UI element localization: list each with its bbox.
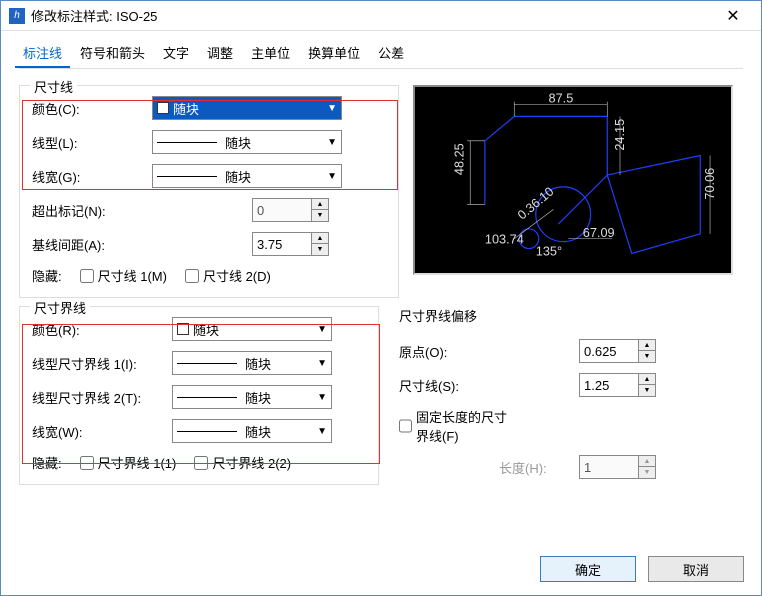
svg-text:67.09: 67.09: [583, 225, 615, 240]
close-button[interactable]: ✕: [713, 2, 753, 30]
svg-text:70.06: 70.06: [702, 168, 717, 200]
ext-color-label: 颜色(R):: [32, 320, 172, 339]
spin-up-icon[interactable]: ▲: [639, 374, 655, 385]
spin-up-icon[interactable]: ▲: [312, 233, 328, 244]
dimline-group-title: 尺寸线: [30, 77, 77, 96]
extline-group: 尺寸界线 颜色(R): 随块 ▼ 线型尺寸界线 1(I): 随块 ▼: [19, 306, 379, 485]
line-sample-icon: [177, 431, 237, 432]
chevron-down-icon: ▼: [327, 137, 337, 148]
color-label: 颜色(C):: [32, 99, 152, 118]
dimline-off-label: 尺寸线(S):: [399, 376, 509, 395]
window-title: 修改标注样式: ISO-25: [31, 6, 713, 25]
spin-down-icon[interactable]: ▼: [312, 210, 328, 221]
beyond-label: 超出标记(N):: [32, 201, 172, 220]
tab-primary[interactable]: 主单位: [243, 39, 298, 68]
tab-symbols[interactable]: 符号和箭头: [72, 39, 153, 68]
spin-up-icon[interactable]: ▲: [312, 199, 328, 210]
ext-lt1-label: 线型尺寸界线 1(I):: [32, 354, 172, 373]
lineweight-label: 线宽(G):: [32, 167, 152, 186]
linetype-select[interactable]: 随块 ▼: [152, 130, 342, 154]
ext-lt2-label: 线型尺寸界线 2(T):: [32, 388, 172, 407]
chevron-down-icon: ▼: [317, 426, 327, 437]
ext-hide-label: 隐藏:: [32, 453, 62, 472]
svg-text:87.5: 87.5: [549, 91, 574, 106]
ext-lt1-select[interactable]: 随块 ▼: [172, 351, 332, 375]
beyond-input[interactable]: [252, 198, 312, 222]
ext-color-select[interactable]: 随块 ▼: [172, 317, 332, 341]
svg-text:135°: 135°: [536, 243, 562, 258]
line-sample-icon: [177, 397, 237, 398]
tab-dimline[interactable]: 标注线: [15, 39, 70, 68]
origin-label: 原点(O):: [399, 342, 509, 361]
color-select[interactable]: 随块 ▼: [152, 96, 342, 120]
beyond-spinner[interactable]: ▲▼: [252, 198, 329, 222]
extline-group-title: 尺寸界线: [30, 298, 90, 317]
hide-dimline1-checkbox[interactable]: 尺寸线 1(M): [80, 266, 167, 285]
cancel-button[interactable]: 取消: [648, 556, 744, 582]
baseline-label: 基线间距(A):: [32, 235, 172, 254]
ok-button[interactable]: 确定: [540, 556, 636, 582]
ext-color-value: 随块: [193, 320, 219, 339]
ext-lt1-value: 随块: [245, 354, 271, 373]
spin-up-icon: ▲: [639, 456, 655, 467]
svg-text:24.15: 24.15: [612, 119, 627, 151]
tab-adjust[interactable]: 调整: [199, 39, 241, 68]
spin-down-icon[interactable]: ▼: [639, 385, 655, 396]
dimline-group: 尺寸线 颜色(C): 随块 ▼ 线型(L): 随块 ▼: [19, 85, 399, 298]
tabs: 标注线 符号和箭头 文字 调整 主单位 换算单位 公差: [1, 31, 761, 68]
lineweight-select[interactable]: 随块 ▼: [152, 164, 342, 188]
chevron-down-icon: ▼: [317, 324, 327, 335]
linetype-label: 线型(L):: [32, 133, 152, 152]
ext-lw-label: 线宽(W):: [32, 422, 172, 441]
length-label: 长度(H):: [499, 458, 579, 477]
fixed-length-checkbox[interactable]: 固定长度的尺寸界线(F): [399, 407, 519, 445]
ext-lt2-value: 随块: [245, 388, 271, 407]
chevron-down-icon: ▼: [317, 358, 327, 369]
offset-group-title: 尺寸界线偏移: [399, 306, 743, 325]
baseline-spinner[interactable]: ▲▼: [252, 232, 329, 256]
hide-label: 隐藏:: [32, 266, 62, 285]
svg-text:48.25: 48.25: [451, 143, 466, 175]
hide-dimline2-checkbox[interactable]: 尺寸线 2(D): [185, 266, 271, 285]
length-spinner: ▲▼: [579, 455, 656, 479]
spin-up-icon[interactable]: ▲: [639, 340, 655, 351]
ext-lw-select[interactable]: 随块 ▼: [172, 419, 332, 443]
tab-text[interactable]: 文字: [155, 39, 197, 68]
hide-ext1-checkbox[interactable]: 尺寸界线 1(1): [80, 453, 177, 472]
spin-down-icon[interactable]: ▼: [312, 244, 328, 255]
tab-tol[interactable]: 公差: [370, 39, 412, 68]
lineweight-value: 随块: [225, 167, 251, 186]
line-sample-icon: [177, 363, 237, 364]
line-sample-icon: [157, 176, 217, 177]
preview-pane: 87.5 48.25 24.15 70.06 103.74 0.36.10 67…: [413, 85, 733, 275]
baseline-input[interactable]: [252, 232, 312, 256]
chevron-down-icon: ▼: [317, 392, 327, 403]
bylayer-swatch-icon: [177, 323, 189, 335]
origin-spinner[interactable]: ▲▼: [579, 339, 656, 363]
bylayer-swatch-icon: [157, 102, 169, 114]
dimline-off-input[interactable]: [579, 373, 639, 397]
app-icon: h: [9, 8, 25, 24]
chevron-down-icon: ▼: [327, 171, 337, 182]
color-value: 随块: [173, 99, 199, 118]
line-sample-icon: [157, 142, 217, 143]
svg-text:103.74: 103.74: [485, 232, 524, 247]
ext-lt2-select[interactable]: 随块 ▼: [172, 385, 332, 409]
spin-down-icon: ▼: [639, 467, 655, 478]
hide-ext2-checkbox[interactable]: 尺寸界线 2(2): [194, 453, 291, 472]
dimline-off-spinner[interactable]: ▲▼: [579, 373, 656, 397]
length-input: [579, 455, 639, 479]
chevron-down-icon: ▼: [327, 103, 337, 114]
ext-lw-value: 随块: [245, 422, 271, 441]
tab-alt[interactable]: 换算单位: [300, 39, 368, 68]
linetype-value: 随块: [225, 133, 251, 152]
spin-down-icon[interactable]: ▼: [639, 351, 655, 362]
origin-input[interactable]: [579, 339, 639, 363]
